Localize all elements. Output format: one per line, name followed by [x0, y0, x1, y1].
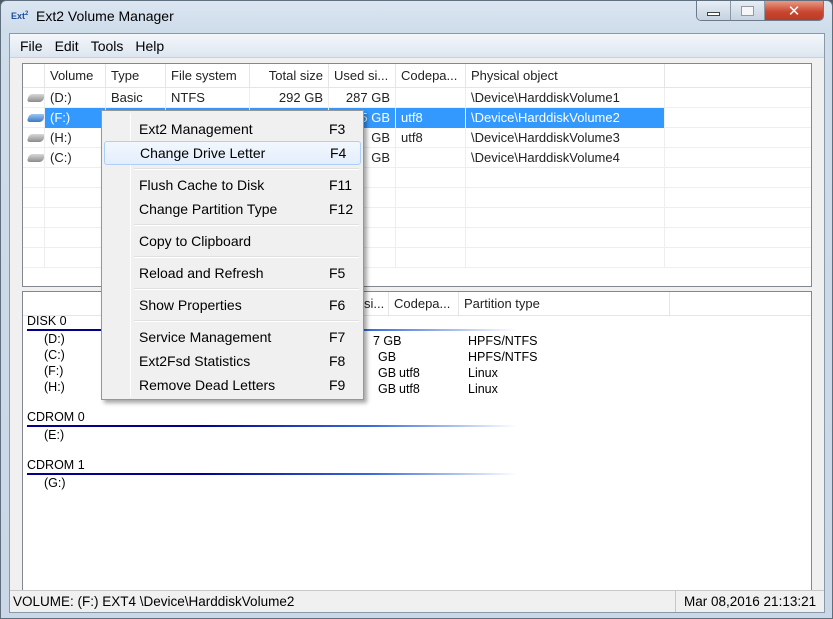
maximize-button[interactable] — [731, 1, 765, 20]
codepage-cell: utf8 — [396, 128, 466, 148]
col-filler — [665, 64, 811, 88]
partition-codepage: utf8 — [399, 366, 420, 380]
window-controls: ✕ — [696, 1, 824, 21]
physical-cell: \Device\HarddiskVolume3 — [466, 128, 665, 148]
type-cell: Basic — [106, 88, 166, 108]
col-type[interactable]: Type — [106, 64, 166, 88]
close-icon: ✕ — [787, 3, 801, 20]
physical-cell: \Device\HarddiskVolume2 — [466, 108, 665, 128]
disk-group-cdrom0: CDROM 0 (E:) — [27, 410, 517, 443]
partition-used: GB — [378, 350, 397, 364]
menu-item-show-properties[interactable]: Show Properties F6 — [104, 293, 361, 317]
maximize-icon — [741, 6, 754, 16]
menu-separator — [134, 320, 359, 322]
fs-cell: NTFS — [166, 88, 250, 108]
partition-codepage: utf8 — [399, 382, 420, 396]
status-bar: VOLUME: (F:) EXT4 \Device\HarddiskVolume… — [10, 590, 824, 612]
menu-item-ext2-management[interactable]: Ext2 Management F3 — [104, 117, 361, 141]
volume-cell: (C:) — [45, 148, 106, 168]
menu-item-copy-to-clipboard[interactable]: Copy to Clipboard — [104, 229, 361, 253]
menu-item-reload-refresh[interactable]: Reload and Refresh F5 — [104, 261, 361, 285]
partition-used: GB — [378, 366, 397, 380]
menu-separator — [134, 288, 359, 290]
context-menu: Ext2 Management F3 Change Drive Letter F4 … — [101, 110, 364, 400]
partition-type: HPFS/NTFS — [468, 350, 538, 364]
window-title: Ext2 Volume Manager — [36, 8, 174, 24]
physical-cell: \Device\HarddiskVolume4 — [466, 148, 665, 168]
menu-item-change-partition-type[interactable]: Change Partition Type F12 — [104, 197, 361, 221]
drive-icon-selected — [26, 114, 44, 122]
col-file-system[interactable]: File system — [166, 64, 250, 88]
drive-icon — [26, 154, 44, 162]
col-codepage[interactable]: Codepa... — [396, 64, 466, 88]
volumes-header: Volume Type File system Total size Used … — [23, 64, 811, 88]
partition-used: 7 GB — [373, 334, 402, 348]
col-volume[interactable]: Volume — [45, 64, 106, 88]
col-used-size[interactable]: Used si... — [329, 64, 396, 88]
minimize-button[interactable] — [697, 1, 731, 20]
col-partition-type[interactable]: Partition type — [459, 292, 670, 316]
menu-bar: File Edit Tools Help — [10, 34, 824, 58]
codepage-cell — [396, 148, 466, 168]
col-codepage[interactable]: Codepa... — [389, 292, 459, 316]
col-physical-object[interactable]: Physical object — [466, 64, 665, 88]
volume-cell: (H:) — [45, 128, 106, 148]
menu-separator — [134, 168, 359, 170]
minimize-icon — [707, 12, 720, 16]
partition-type: Linux — [468, 382, 498, 396]
app-logo-icon: Ext2 — [11, 11, 29, 21]
menu-file[interactable]: File — [14, 36, 49, 56]
disk-title: CDROM 0 — [27, 410, 85, 424]
physical-cell: \Device\HarddiskVolume1 — [466, 88, 665, 108]
menu-item-ext2fsd-statistics[interactable]: Ext2Fsd Statistics F8 — [104, 349, 361, 373]
used-cell: 287 GB — [329, 88, 396, 108]
menu-tools[interactable]: Tools — [85, 36, 130, 56]
volume-cell: (F:) — [45, 108, 106, 128]
status-volume-info: VOLUME: (F:) EXT4 \Device\HarddiskVolume… — [10, 591, 676, 612]
drive-icon — [26, 94, 44, 102]
partition-type: HPFS/NTFS — [468, 334, 538, 348]
menu-help[interactable]: Help — [129, 36, 170, 56]
menu-item-flush-cache[interactable]: Flush Cache to Disk F11 — [104, 173, 361, 197]
codepage-cell — [396, 88, 466, 108]
menu-item-service-management[interactable]: Service Management F7 — [104, 325, 361, 349]
menu-item-remove-dead-letters[interactable]: Remove Dead Letters F9 — [104, 373, 361, 397]
volume-cell: (D:) — [45, 88, 106, 108]
col-used-size[interactable]: si... — [363, 292, 389, 316]
status-datetime: Mar 08,2016 21:13:21 — [684, 594, 817, 609]
drive-icon — [26, 134, 44, 142]
codepage-cell: utf8 — [396, 108, 466, 128]
disk-group-cdrom1: CDROM 1 (G:) — [27, 458, 517, 491]
menu-separator — [134, 256, 359, 258]
col-total-size[interactable]: Total size — [250, 64, 329, 88]
volume-row[interactable]: (D:) Basic NTFS 292 GB 287 GB \Device\Ha… — [23, 88, 811, 108]
disk-title: CDROM 1 — [27, 458, 85, 472]
col-icon — [23, 64, 45, 88]
close-button[interactable]: ✕ — [765, 1, 823, 20]
partition-item[interactable]: (E:) — [27, 427, 517, 443]
total-cell: 292 GB — [250, 88, 329, 108]
col-filler — [670, 292, 811, 316]
menu-separator — [134, 224, 359, 226]
menu-edit[interactable]: Edit — [49, 36, 85, 56]
title-bar[interactable]: Ext2 Ext2 Volume Manager ✕ — [1, 1, 832, 33]
menu-item-change-drive-letter[interactable]: Change Drive Letter F4 — [104, 141, 361, 165]
partition-type: Linux — [468, 366, 498, 380]
partition-item[interactable]: (G:) — [27, 475, 517, 491]
partition-used: GB — [378, 382, 397, 396]
